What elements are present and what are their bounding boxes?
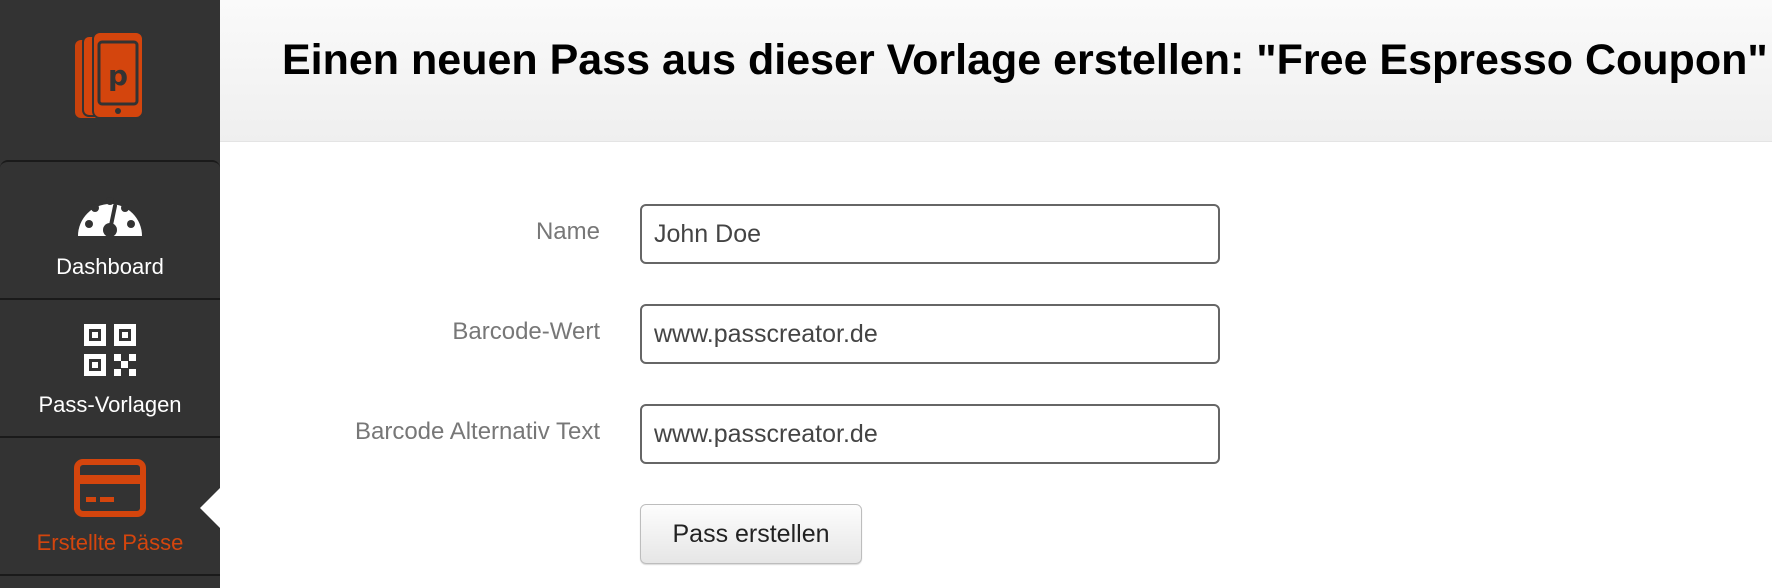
active-item-pointer: [200, 486, 222, 530]
form-row-name: Name: [220, 204, 1220, 264]
sidebar-item-label: Erstellte Pässe: [36, 530, 184, 555]
page-title: Einen neuen Pass aus dieser Vorlage erst…: [282, 36, 1768, 84]
sidebar-item-label: Dashboard: [56, 254, 164, 279]
sidebar-item-dashboard[interactable]: Dashboard: [0, 160, 220, 298]
sidebar-item-erstellte-paesse[interactable]: Erstellte Pässe: [0, 436, 220, 574]
passcreator-logo-icon: p: [75, 31, 144, 119]
gauge-icon: [75, 182, 145, 242]
name-input[interactable]: [640, 204, 1220, 264]
svg-text:p: p: [108, 59, 128, 92]
form-row-barcode-value: Barcode-Wert: [220, 304, 1220, 364]
name-label: Name: [535, 218, 600, 245]
sidebar: p Dashboard Pass-Vorlagen Erstellte Päss…: [0, 0, 220, 588]
barcode-alt-text-label: Barcode Alternativ Text: [354, 418, 600, 445]
barcode-value-input[interactable]: [640, 304, 1220, 364]
sidebar-item-pass-vorlagen[interactable]: Pass-Vorlagen: [0, 298, 220, 436]
app-root: p Dashboard Pass-Vorlagen Erstellte Päss…: [0, 0, 1772, 588]
logo[interactable]: p: [0, 0, 220, 160]
sidebar-divider: [0, 574, 220, 588]
qr-code-icon: [83, 320, 137, 380]
create-pass-button[interactable]: Pass erstellen: [640, 504, 862, 564]
barcode-value-label: Barcode-Wert: [452, 318, 600, 345]
page-header: Einen neuen Pass aus dieser Vorlage erst…: [220, 0, 1772, 142]
sidebar-item-label: Pass-Vorlagen: [38, 392, 182, 417]
form-row-barcode-alt-text: Barcode Alternativ Text: [220, 404, 1220, 464]
barcode-alt-text-input[interactable]: [640, 404, 1220, 464]
credit-card-icon: [74, 458, 146, 518]
